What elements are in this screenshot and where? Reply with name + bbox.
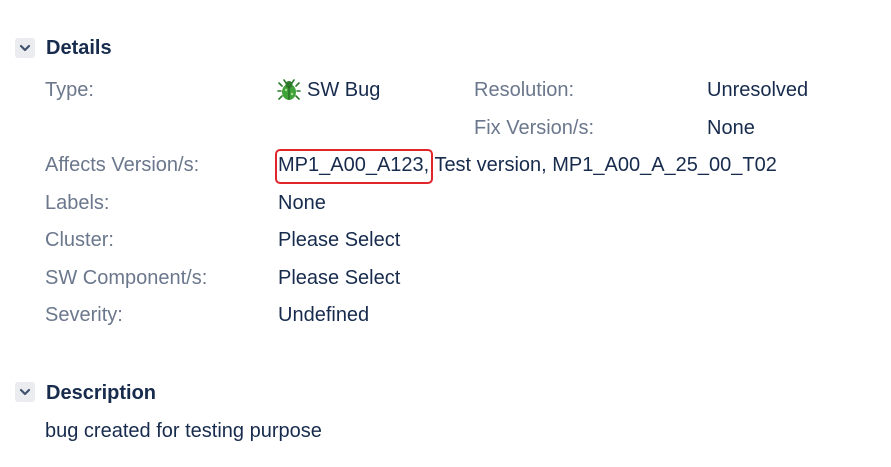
affects-version-item[interactable]: Test version,	[434, 154, 546, 176]
affects-version-values: MP1_A00_A123, Test version, MP1_A00_A_25…	[278, 153, 777, 177]
details-section-title: Details	[46, 37, 112, 59]
affects-version-label: Affects Version/s:	[45, 154, 200, 176]
fix-version-label: Fix Version/s:	[474, 117, 595, 139]
description-text[interactable]: bug created for testing purpose	[45, 419, 322, 443]
type-value-text: SW Bug	[307, 79, 381, 101]
severity-label: Severity:	[45, 304, 123, 326]
chevron-down-icon	[19, 42, 31, 54]
severity-value: Undefined	[278, 304, 370, 326]
sw-component-value: Please Select	[278, 267, 401, 289]
type-value: SW Bug	[277, 78, 380, 102]
affects-version-item[interactable]: MP1_A00_A123,	[278, 154, 429, 176]
description-toggle-button[interactable]	[15, 382, 35, 402]
sw-component-label: SW Component/s:	[45, 267, 208, 289]
labels-value: None	[278, 192, 326, 214]
details-toggle-button[interactable]	[15, 38, 35, 58]
fix-version-value: None	[707, 117, 755, 139]
type-label: Type:	[45, 79, 94, 101]
affects-version-item[interactable]: MP1_A00_A_25_00_T02	[552, 154, 777, 176]
cluster-label: Cluster:	[45, 229, 114, 251]
cluster-value: Please Select	[278, 229, 401, 251]
resolution-value: Unresolved	[707, 79, 809, 101]
resolution-label: Resolution:	[474, 79, 575, 101]
description-section-title: Description	[46, 382, 157, 404]
labels-label: Labels:	[45, 192, 110, 214]
chevron-down-icon	[19, 386, 31, 398]
bug-icon	[277, 78, 301, 102]
